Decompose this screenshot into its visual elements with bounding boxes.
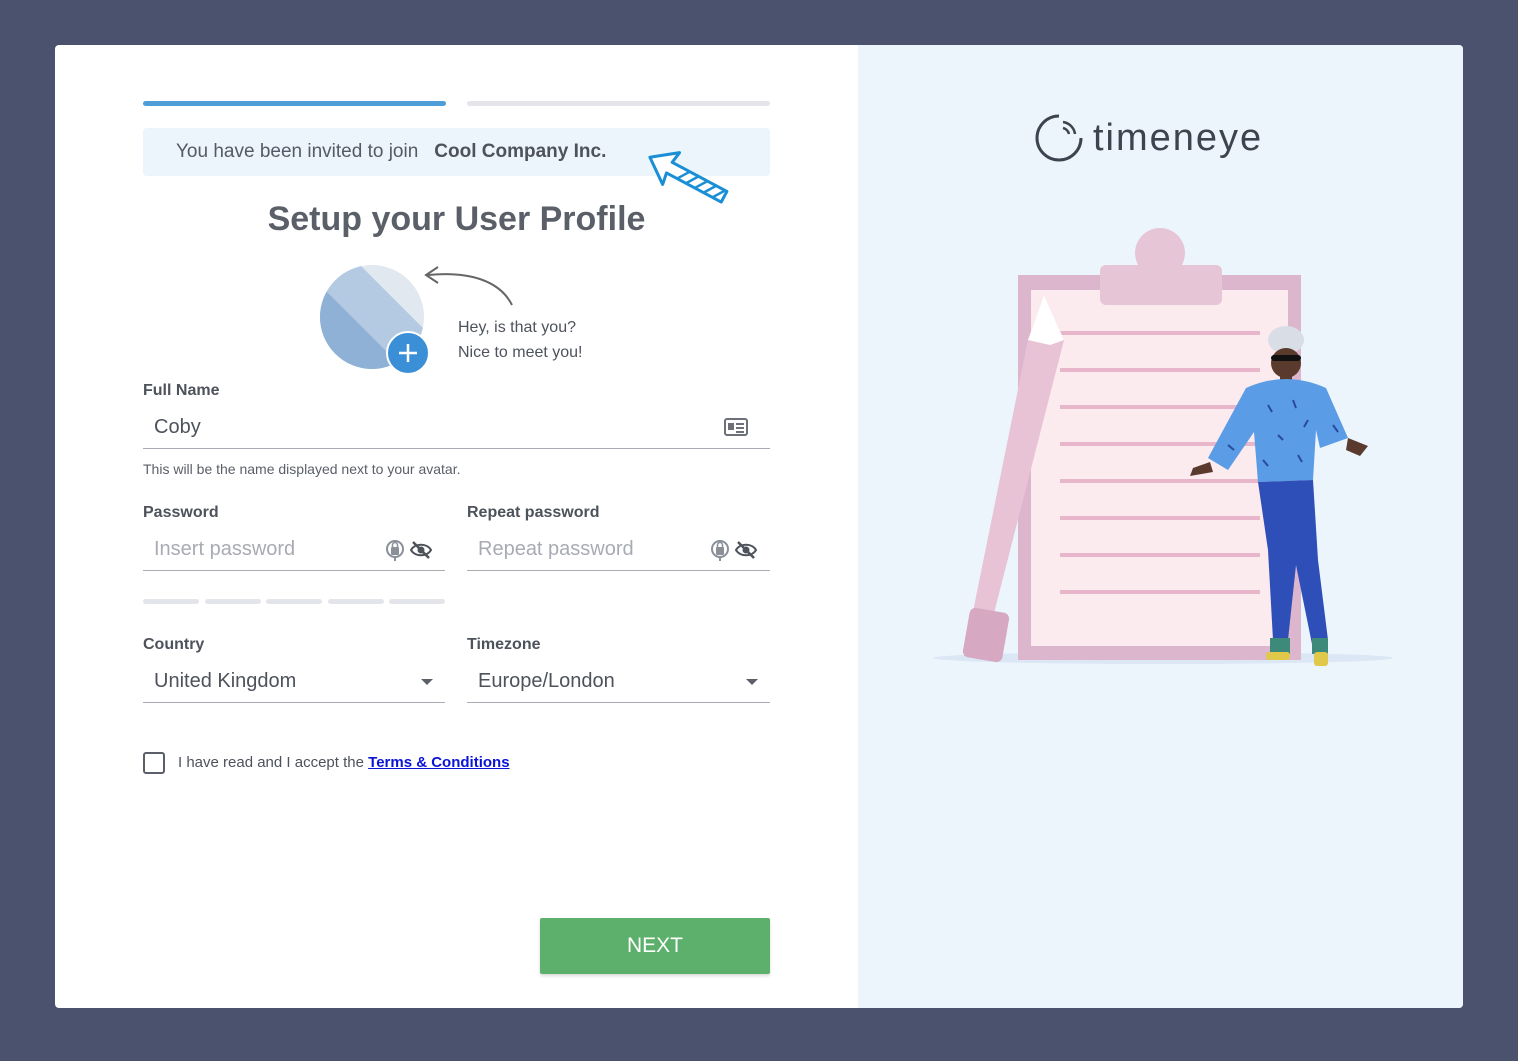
terms-prefix: I have read and I accept the: [178, 754, 364, 771]
brand-name: timeneye: [1093, 116, 1264, 159]
password-strength-segment: [389, 599, 445, 604]
timezone-select[interactable]: Europe/London: [467, 661, 770, 703]
curved-arrow-icon: [424, 266, 513, 306]
progress-step-2: [467, 101, 770, 106]
full-name-field[interactable]: [143, 407, 770, 449]
caption-line-1: Hey, is that you?: [458, 319, 576, 336]
timezone-label: Timezone: [467, 636, 541, 653]
page-title: Setup your User Profile: [267, 200, 646, 238]
clipboard-person-illustration: [933, 228, 1393, 666]
password-strength-segment: [266, 599, 322, 604]
progress-step-1: [143, 101, 446, 106]
password-strength-segment: [205, 599, 261, 604]
terms-text: I have read and I accept the Terms & Con…: [178, 754, 510, 771]
dropdown-caret-icon: [746, 679, 758, 685]
fingerprint-icon[interactable]: [385, 539, 405, 561]
password-strength-segment: [143, 599, 199, 604]
terms-link[interactable]: Terms & Conditions: [368, 754, 509, 771]
signup-card: You have been invited to join Cool Compa…: [55, 45, 1463, 1008]
pointer-arrow-icon: [648, 151, 729, 204]
repeat-password-input[interactable]: [478, 538, 698, 561]
repeat-password-label: Repeat password: [467, 504, 600, 521]
avatar-caption: Hey, is that you? Nice to meet you!: [458, 315, 583, 365]
repeat-password-field[interactable]: [467, 529, 770, 571]
next-button[interactable]: NEXT: [540, 918, 770, 974]
terms-checkbox[interactable]: [143, 752, 165, 774]
timeneye-logo-icon: [1035, 114, 1083, 162]
dropdown-caret-icon: [421, 679, 433, 685]
invite-company: Cool Company Inc.: [434, 141, 607, 162]
fingerprint-icon[interactable]: [710, 539, 730, 561]
full-name-input[interactable]: [154, 416, 770, 439]
country-select[interactable]: United Kingdom: [143, 661, 445, 703]
password-input[interactable]: [154, 538, 374, 561]
invite-text: You have been invited to join: [176, 141, 419, 162]
illustration-panel: timeneye: [858, 45, 1463, 1008]
caption-line-2: Nice to meet you!: [458, 344, 583, 361]
brand-logo: timeneye: [1033, 112, 1263, 164]
password-field[interactable]: [143, 529, 445, 571]
id-card-icon: [724, 418, 748, 436]
country-value: United Kingdom: [154, 670, 297, 692]
password-label: Password: [143, 504, 219, 521]
form-panel: You have been invited to join Cool Compa…: [55, 45, 858, 1008]
password-strength-segment: [328, 599, 384, 604]
timezone-value: Europe/London: [478, 670, 615, 692]
full-name-label: Full Name: [143, 382, 220, 399]
full-name-hint: This will be the name displayed next to …: [143, 461, 461, 477]
eye-off-icon[interactable]: [409, 541, 433, 559]
avatar-upload[interactable]: [320, 265, 430, 375]
eye-off-icon[interactable]: [734, 541, 758, 559]
country-label: Country: [143, 636, 205, 653]
